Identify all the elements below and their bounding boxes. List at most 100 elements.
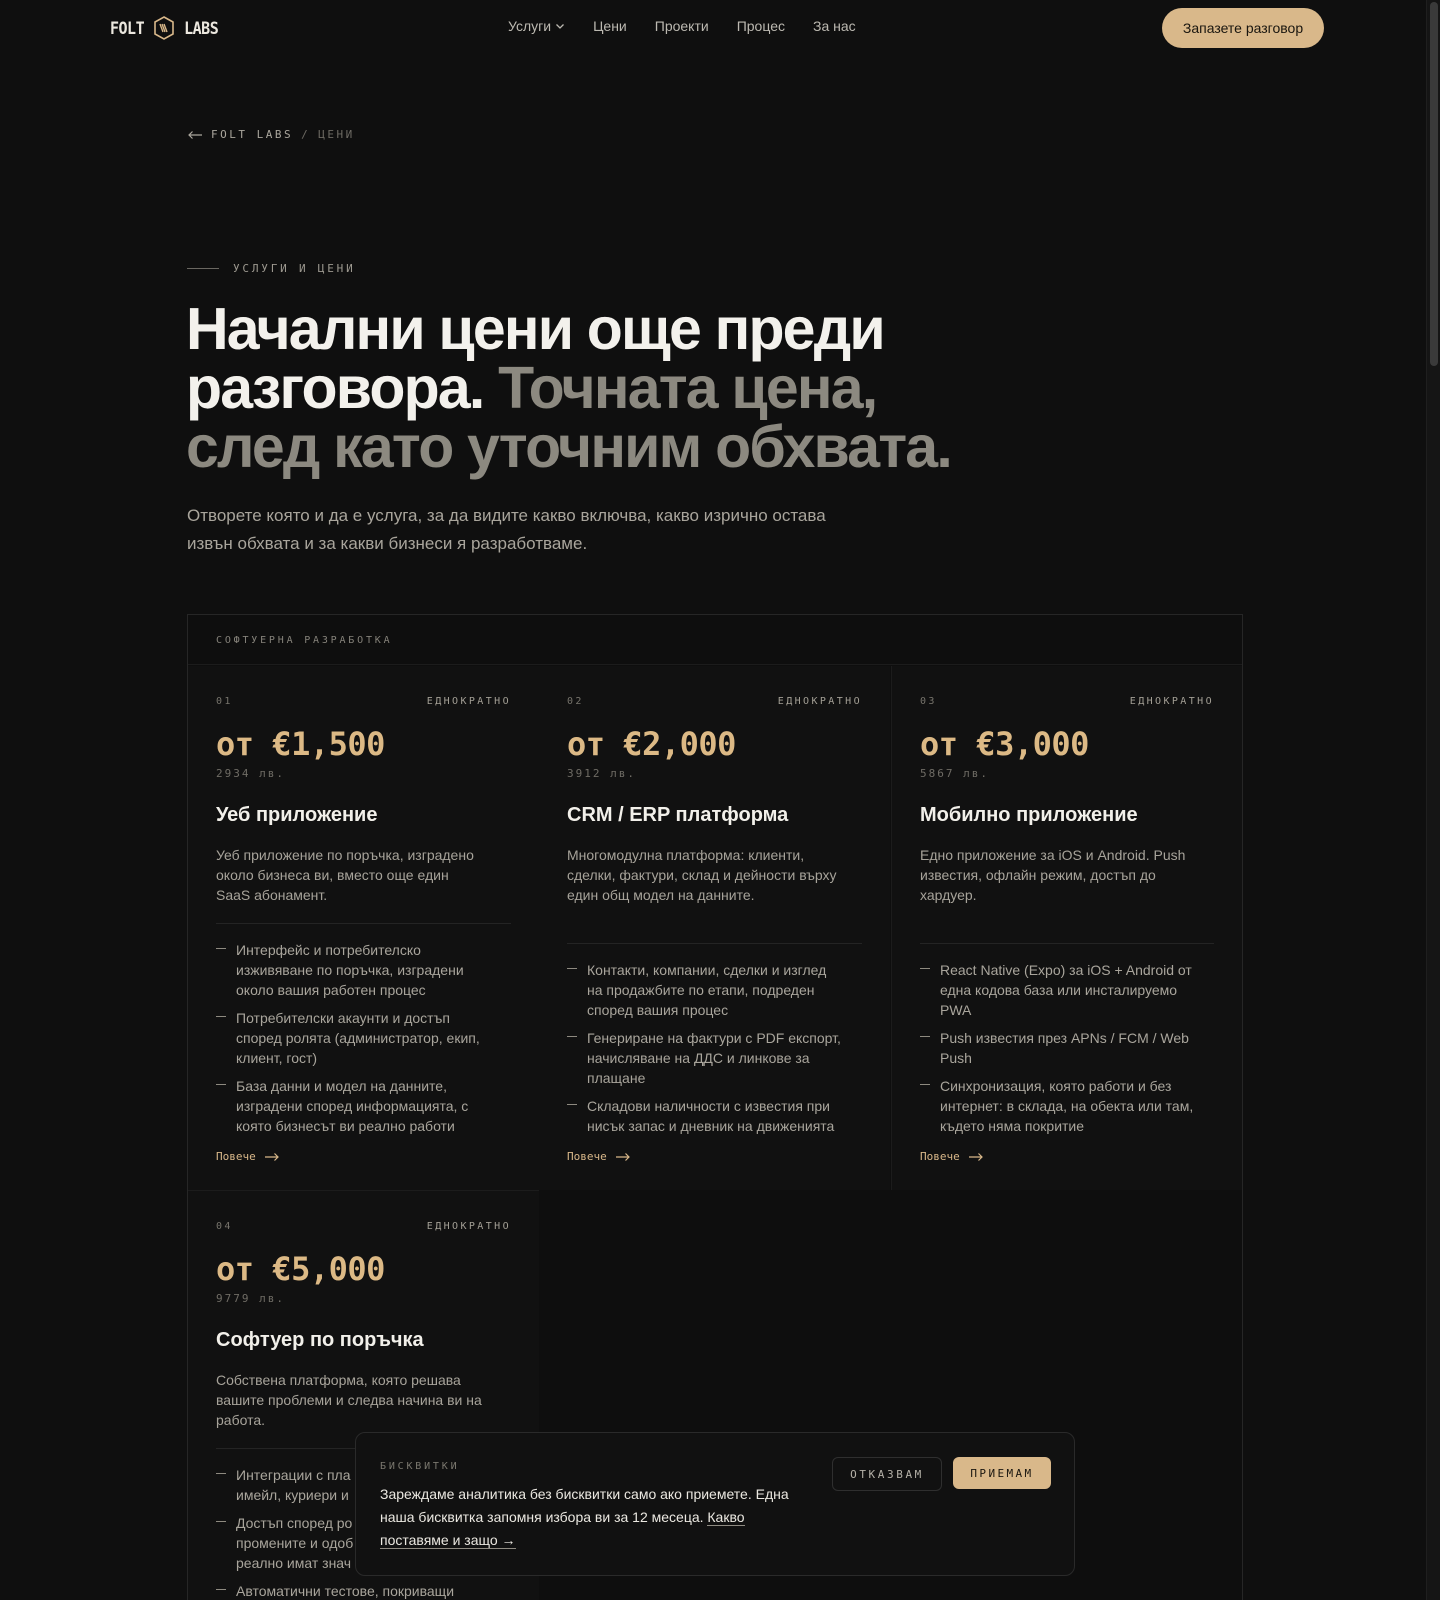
card-price-bgn: 2934 лв. (216, 767, 285, 780)
feature-text: Интерфейс и потребителско изживяване по … (236, 942, 464, 998)
card-number: 02 (567, 696, 584, 707)
breadcrumb-current: ЦЕНИ (318, 128, 355, 141)
feature-text: Автоматични тестове, покриващи (236, 1583, 455, 1599)
dash-icon (216, 948, 226, 949)
breadcrumb-separator: / (301, 128, 311, 141)
card-divider (567, 943, 862, 944)
dash-icon (567, 968, 577, 969)
nav-item-label: За нас (813, 18, 856, 34)
feature-item: Складови наличности с известия при нисък… (567, 1096, 862, 1136)
card-title: Софтуер по поръчка (216, 1329, 424, 1351)
arrow-right-icon (264, 1152, 279, 1161)
card-number: 04 (216, 1221, 233, 1232)
dash-icon (216, 1589, 226, 1590)
page-lede: Отворете която и да е услуга, за да види… (187, 506, 826, 553)
eyebrow-line (187, 268, 219, 269)
card-description: Едно приложение за iOS и Android. Push и… (920, 847, 1186, 903)
eyebrow-label: УСЛУГИ И ЦЕНИ (233, 262, 356, 275)
accept-cookies-button[interactable]: ПРИЕМАМ (953, 1457, 1051, 1489)
nav-item-process[interactable]: Процес (737, 18, 785, 34)
dash-icon (920, 1084, 930, 1085)
chevron-down-icon (556, 24, 565, 29)
card-number: 01 (216, 696, 233, 707)
nav-item-services[interactable]: Услуги (508, 18, 565, 34)
feature-text: Push известия през APNs / FCM / Web Push (940, 1030, 1189, 1066)
card-billing-type: ЕДНОКРАТНО (1129, 696, 1214, 707)
dash-icon (920, 1036, 930, 1037)
breadcrumb-home[interactable]: FOLT LABS (211, 128, 293, 141)
feature-text: React Native (Expo) за iOS + Android от … (940, 962, 1192, 1018)
more-link-label: Повече (216, 1150, 256, 1163)
dash-icon (920, 968, 930, 969)
feature-text: Складови наличности с известия при нисък… (587, 1098, 835, 1134)
card-meta: 01 ЕДНОКРАТНО (216, 696, 511, 707)
feature-item: Потребителски акаунти и достъп според ро… (216, 1008, 511, 1068)
logo[interactable]: FOLT LABS (110, 16, 219, 40)
more-link[interactable]: Повече (920, 1150, 1214, 1163)
dash-icon (216, 1473, 226, 1474)
main-nav: Услуги Цени Проекти Процес За нас (508, 18, 856, 34)
page-scrollbar[interactable] (1426, 0, 1440, 1600)
page-title: Начални цени още преди разговора. Точнат… (186, 300, 1006, 477)
dash-icon (216, 1521, 226, 1522)
card-meta: 03 ЕДНОКРАТНО (920, 696, 1214, 707)
logo-left-word: FOLT (110, 17, 145, 39)
nav-item-label: Цени (593, 18, 627, 34)
more-link-label: Повече (920, 1150, 960, 1163)
feature-text: Достъп според ро промените и одоб реално… (236, 1515, 354, 1571)
card-price: от €3,000 (920, 725, 1089, 763)
nav-item-label: Проекти (654, 18, 709, 34)
nav-item-label: Услуги (508, 18, 552, 34)
card-price: от €5,000 (216, 1250, 385, 1288)
card-description: Уеб приложение по поръчка, изградено око… (216, 847, 474, 903)
card-billing-type: ЕДНОКРАТНО (777, 696, 862, 707)
nav-item-about[interactable]: За нас (813, 18, 856, 34)
cookie-message: Зареждаме аналитика без бисквитки само а… (380, 1483, 810, 1552)
card-billing-type: ЕДНОКРАТНО (426, 1221, 511, 1232)
card-title: CRM / ERP платформа (567, 804, 789, 826)
more-link-label: Повече (567, 1150, 607, 1163)
pricing-card-crm-erp: 02 ЕДНОКРАТНО от €2,000 3912 лв. CRM / E… (539, 666, 890, 1190)
dash-icon (216, 1016, 226, 1017)
card-divider (920, 943, 1214, 944)
cookie-banner: БИСКВИТКИ Зареждаме аналитика без бискви… (355, 1432, 1075, 1576)
arrow-right-icon (968, 1152, 983, 1161)
feature-item: Генериране на фактури с PDF експорт, нач… (567, 1028, 862, 1088)
feature-text: Интеграции с пла имейл, куриери и (236, 1467, 351, 1503)
feature-text: Контакти, компании, сделки и изглед на п… (587, 962, 827, 1018)
card-description: Многомодулна платформа: клиенти, сделки,… (567, 847, 837, 903)
pricing-card-web-app: 01 ЕДНОКРАТНО от €1,500 2934 лв. Уеб при… (188, 666, 539, 1190)
scrollbar-thumb[interactable] (1430, 2, 1438, 366)
feature-text: Генериране на фактури с PDF експорт, нач… (587, 1030, 841, 1086)
site-header: FOLT LABS Услуги Цени Проекти Процес За … (0, 0, 1426, 56)
arrow-right-icon (615, 1152, 630, 1161)
decline-cookies-button[interactable]: ОТКАЗВАМ (832, 1457, 942, 1491)
card-price: от €2,000 (567, 725, 736, 763)
card-number: 03 (920, 696, 937, 707)
nav-item-pricing[interactable]: Цени (593, 18, 627, 34)
card-divider (216, 923, 511, 924)
book-call-button[interactable]: Запазете разговор (1162, 8, 1324, 48)
card-title: Уеб приложение (216, 804, 378, 826)
dash-icon (567, 1036, 577, 1037)
breadcrumb: FOLT LABS / ЦЕНИ (187, 128, 355, 141)
arrow-left-icon[interactable] (187, 130, 203, 140)
card-price-bgn: 9779 лв. (216, 1292, 285, 1305)
more-link[interactable]: Повече (216, 1150, 511, 1163)
feature-item: Контакти, компании, сделки и изглед на п… (567, 960, 862, 1020)
feature-text: База данни и модел на данните, изградени… (236, 1078, 469, 1134)
more-link[interactable]: Повече (567, 1150, 862, 1163)
card-price-bgn: 3912 лв. (567, 767, 636, 780)
dash-icon (216, 1084, 226, 1085)
card-meta: 02 ЕДНОКРАТНО (567, 696, 862, 707)
feature-item: Автоматични тестове, покриващи (216, 1581, 511, 1600)
card-billing-type: ЕДНОКРАТНО (426, 696, 511, 707)
logo-mark-icon (154, 16, 174, 40)
nav-item-projects[interactable]: Проекти (655, 18, 709, 34)
card-price: от €1,500 (216, 725, 385, 763)
pricing-card-mobile-app: 03 ЕДНОКРАТНО от €3,000 5867 лв. Мобилно… (891, 666, 1242, 1190)
feature-item: База данни и модел на данните, изградени… (216, 1076, 511, 1136)
feature-text: Потребителски акаунти и достъп според ро… (236, 1010, 480, 1066)
section-eyebrow: УСЛУГИ И ЦЕНИ (187, 262, 356, 275)
nav-item-label: Процес (736, 18, 785, 34)
